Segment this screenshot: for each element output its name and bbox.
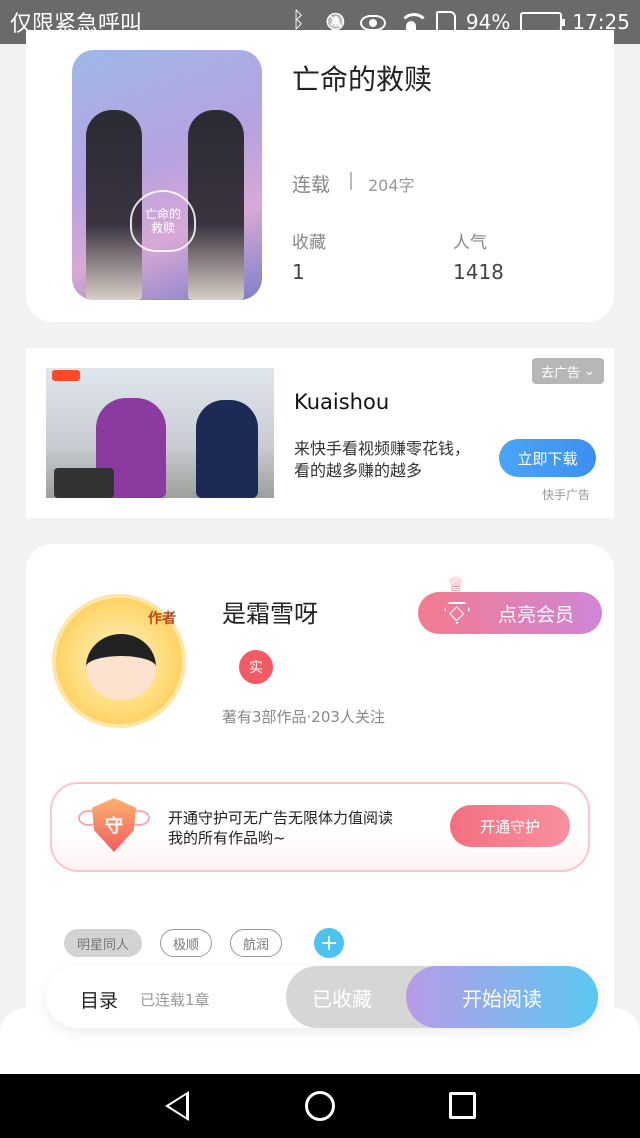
ad-description: 来快手看视频赚零花钱，看的越多赚的越多 — [294, 439, 471, 480]
remove-ad-button[interactable]: 去广告 ⌄ — [532, 358, 604, 384]
ad-advertiser: Kuaishou — [294, 390, 390, 414]
tag-chip[interactable]: 航润 — [230, 929, 283, 957]
system-nav-bar — [0, 1074, 640, 1138]
ad-source: 快手广告 — [542, 488, 591, 502]
ad-card[interactable]: Kuaishou 来快手看视频赚零花钱，看的越多赚的越多 去广告 ⌄ 立即下载 … — [26, 348, 614, 518]
book-word-count: 204字 — [368, 176, 415, 195]
ad-image[interactable] — [46, 368, 274, 498]
eye-icon — [359, 15, 386, 31]
home-icon[interactable] — [305, 1091, 335, 1121]
back-icon[interactable] — [165, 1091, 189, 1121]
guard-banner: 守 开通守护可无广告无限体力值阅读 我的所有作品哟~ 开通守护 — [50, 782, 590, 872]
divider — [350, 172, 352, 190]
book-title: 亡命的救赎 — [292, 63, 433, 96]
tag-chip[interactable]: 明星同人 — [64, 929, 143, 957]
diamond-icon — [444, 602, 470, 624]
remove-ad-label: 去广告 — [541, 365, 581, 381]
vip-button[interactable]: 点亮会员 — [418, 592, 602, 634]
author-name[interactable]: 是霜雪呀 — [222, 594, 318, 629]
toc-button[interactable]: 目录 — [80, 986, 118, 1013]
favorites-count: 1 — [292, 260, 305, 284]
verified-badge: 实 — [239, 650, 273, 684]
book-status: 连载 — [292, 174, 331, 196]
popularity-label: 人气 — [453, 233, 487, 253]
book-info-card: 亡命的 救赎 亡命的救赎 连载 204字 收藏 1 人气 1418 — [26, 30, 614, 322]
vip-button-label: 点亮会员 — [497, 603, 574, 626]
ad-image-suitcase — [54, 468, 114, 498]
action-bar: 目录 已连载1章 已收藏 开始阅读 — [46, 966, 598, 1028]
cover-figure-right — [188, 110, 244, 300]
tag-chip[interactable]: 极顺 — [160, 929, 213, 957]
plus-icon[interactable]: + — [314, 928, 345, 958]
open-guard-button[interactable]: 开通守护 — [450, 805, 570, 847]
book-cover[interactable]: 亡命的 救赎 — [72, 50, 262, 300]
chevron-down-icon: ⌄ — [584, 363, 595, 379]
popularity-count: 1418 — [453, 260, 504, 284]
chapter-count[interactable]: 已连载1章 — [140, 989, 210, 1010]
guard-text: 开通守护可无广告无限体力值阅读 我的所有作品哟~ — [168, 808, 393, 848]
start-reading-button[interactable]: 开始阅读 — [406, 966, 598, 1028]
cover-heart-emblem: 亡命的 救赎 — [130, 190, 196, 252]
download-button[interactable]: 立即下载 — [499, 439, 596, 477]
shield-icon: 守 — [92, 798, 136, 852]
tag-list: 明星同人 极顺 航润 + — [64, 928, 345, 958]
guard-text-line2: 我的所有作品哟~ — [168, 829, 286, 847]
author-stats: 著有3部作品·203人关注 — [222, 708, 385, 726]
kuaishou-logo-icon — [52, 370, 80, 381]
ad-image-person — [196, 400, 258, 498]
avatar-author-tag: 作者 — [148, 611, 176, 627]
favorites-label: 收藏 — [292, 233, 326, 253]
recent-apps-icon[interactable] — [449, 1092, 476, 1119]
guard-text-line1: 开通守护可无广告无限体力值阅读 — [168, 809, 394, 827]
avatar-face — [86, 634, 156, 700]
author-avatar[interactable]: 作者 — [52, 594, 186, 728]
battery-icon — [520, 12, 566, 32]
